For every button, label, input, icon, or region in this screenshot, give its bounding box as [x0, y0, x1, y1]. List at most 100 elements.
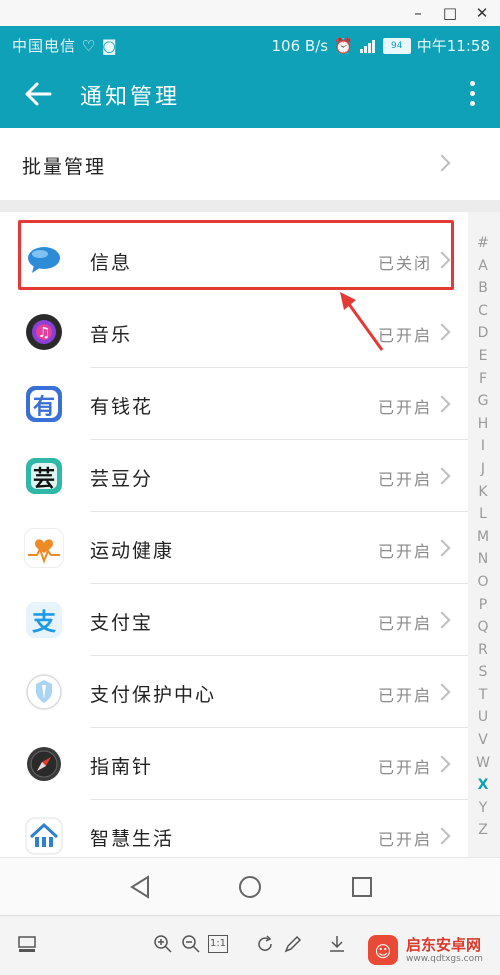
clock: 中午11:58	[416, 37, 490, 55]
watermark-label: 启东安卓网 www.qdtxgs.com	[406, 936, 483, 964]
section-divider	[0, 200, 500, 212]
chevron-right-icon	[433, 539, 451, 557]
index-letter[interactable]: Q	[470, 616, 496, 639]
app-name: 运动健康	[90, 540, 175, 562]
svg-text:有: 有	[33, 394, 55, 420]
actual-size-button[interactable]: 1:1	[208, 935, 228, 953]
index-letter[interactable]: #	[470, 232, 496, 255]
status-right: 106 B/s ⏰ 94 中午11:58	[272, 35, 490, 56]
navigation-bar	[0, 857, 500, 916]
heart-icon: ♡	[81, 37, 97, 55]
svg-text:☺: ☺	[375, 942, 392, 961]
list-item[interactable]: 智慧生活 已开启	[0, 800, 468, 857]
app-name: 支付保护中心	[90, 684, 217, 706]
battery-icon: 94	[382, 37, 411, 54]
highlight-box	[18, 220, 454, 290]
index-letter[interactable]: I	[470, 435, 496, 458]
index-letter[interactable]: N	[470, 548, 496, 571]
music-icon: ♫	[24, 312, 64, 352]
index-letter[interactable]: F	[470, 368, 496, 391]
index-letter[interactable]: T	[470, 684, 496, 707]
notification-state: 已开启	[377, 830, 432, 849]
screenshot-icon: ◙	[102, 37, 118, 55]
smart-life-icon	[24, 816, 64, 856]
maximize-button[interactable]: □	[436, 3, 464, 23]
status-left: 中国电信 ♡ ◙	[12, 35, 118, 56]
app-name: 支付宝	[90, 612, 154, 634]
app-name: 音乐	[90, 324, 133, 346]
chevron-right-icon	[433, 683, 451, 701]
index-letter[interactable]: R	[470, 639, 496, 662]
edit-icon[interactable]	[282, 933, 304, 955]
watermark-url: www.qdtxgs.com	[406, 953, 483, 964]
index-letter[interactable]: P	[470, 594, 496, 617]
app-bar: 通知管理	[0, 62, 500, 128]
back-arrow-icon[interactable]	[20, 76, 56, 112]
minimize-button[interactable]: –	[404, 3, 432, 23]
yundoufen-icon: 芸	[24, 456, 64, 496]
home-icon[interactable]	[236, 873, 264, 901]
list-item[interactable]: 支 支付宝 已开启	[0, 584, 468, 656]
app-name: 指南针	[90, 756, 154, 778]
list-item[interactable]: 有 有钱花 已开启	[0, 368, 468, 440]
site-watermark: ☺ 启东安卓网 www.qdtxgs.com	[366, 930, 494, 970]
index-letter[interactable]: Y	[470, 797, 496, 820]
recents-icon[interactable]	[348, 873, 376, 901]
alarm-icon: ⏰	[334, 36, 353, 55]
index-letter[interactable]: C	[470, 300, 496, 323]
index-letter[interactable]: S	[470, 661, 496, 684]
index-letter[interactable]: B	[470, 277, 496, 300]
svg-text:♫: ♫	[38, 325, 51, 341]
index-letter[interactable]: D	[470, 322, 496, 345]
health-icon	[24, 528, 64, 568]
notification-state: 已开启	[377, 542, 432, 561]
index-letter[interactable]: Z	[470, 819, 496, 842]
thumbnail-icon[interactable]	[16, 933, 38, 955]
app-name: 芸豆分	[90, 468, 154, 490]
index-letter[interactable]: G	[470, 390, 496, 413]
network-speed: 106 B/s	[271, 36, 329, 55]
index-letter[interactable]: X	[470, 774, 496, 797]
batch-manage-label: 批量管理	[22, 156, 107, 178]
index-letter[interactable]: O	[470, 571, 496, 594]
index-letter[interactable]: K	[470, 481, 496, 504]
index-letter[interactable]: E	[470, 345, 496, 368]
notification-state: 已开启	[377, 758, 432, 777]
more-options-icon[interactable]	[462, 78, 482, 112]
close-button[interactable]: ✕	[468, 3, 496, 23]
payment-protect-icon	[24, 672, 64, 712]
index-letter[interactable]: U	[470, 706, 496, 729]
index-letter[interactable]: L	[470, 503, 496, 526]
signal-icon	[359, 39, 375, 53]
rotate-icon[interactable]	[254, 933, 276, 955]
index-letter[interactable]: V	[470, 729, 496, 752]
list-item[interactable]: 指南针 已开启	[0, 728, 468, 800]
status-bar: 中国电信 ♡ ◙ 106 B/s ⏰ 94 中午11:58	[0, 26, 500, 62]
back-icon[interactable]	[126, 873, 154, 901]
index-letter[interactable]: W	[470, 752, 496, 775]
watermark-logo-icon: ☺	[368, 935, 398, 965]
app-list[interactable]: 信息 已关闭 ♫ 音乐 已开启 有 有钱花 已开启 芸 芸豆分 已开启 运动健康	[0, 212, 468, 857]
alphabet-index[interactable]: # A B C D E F G H I J K L M N O P Q R S T U V W X Y Z	[470, 232, 496, 842]
window-title-bar: – □ ✕	[0, 0, 500, 27]
index-letter[interactable]: M	[470, 526, 496, 549]
chevron-right-icon	[433, 154, 451, 172]
index-letter[interactable]: H	[470, 413, 496, 436]
svg-text:支: 支	[32, 608, 57, 636]
index-letter[interactable]: J	[470, 458, 496, 481]
batch-manage-row[interactable]: 批量管理	[0, 128, 500, 200]
zoom-in-icon[interactable]	[152, 933, 174, 955]
download-icon[interactable]	[326, 933, 348, 955]
carrier-label: 中国电信	[12, 37, 77, 55]
index-letter[interactable]: A	[470, 255, 496, 278]
zoom-out-icon[interactable]	[180, 933, 202, 955]
list-item[interactable]: 芸 芸豆分 已开启	[0, 440, 468, 512]
svg-text:芸: 芸	[33, 466, 55, 492]
list-item[interactable]: ♫ 音乐 已开启	[0, 296, 468, 368]
notification-state: 已开启	[377, 686, 432, 705]
list-item[interactable]: 运动健康 已开启	[0, 512, 468, 584]
list-item[interactable]: 支付保护中心 已开启	[0, 656, 468, 728]
chevron-right-icon	[433, 611, 451, 629]
app-name: 有钱花	[90, 396, 154, 418]
compass-icon	[24, 744, 64, 784]
